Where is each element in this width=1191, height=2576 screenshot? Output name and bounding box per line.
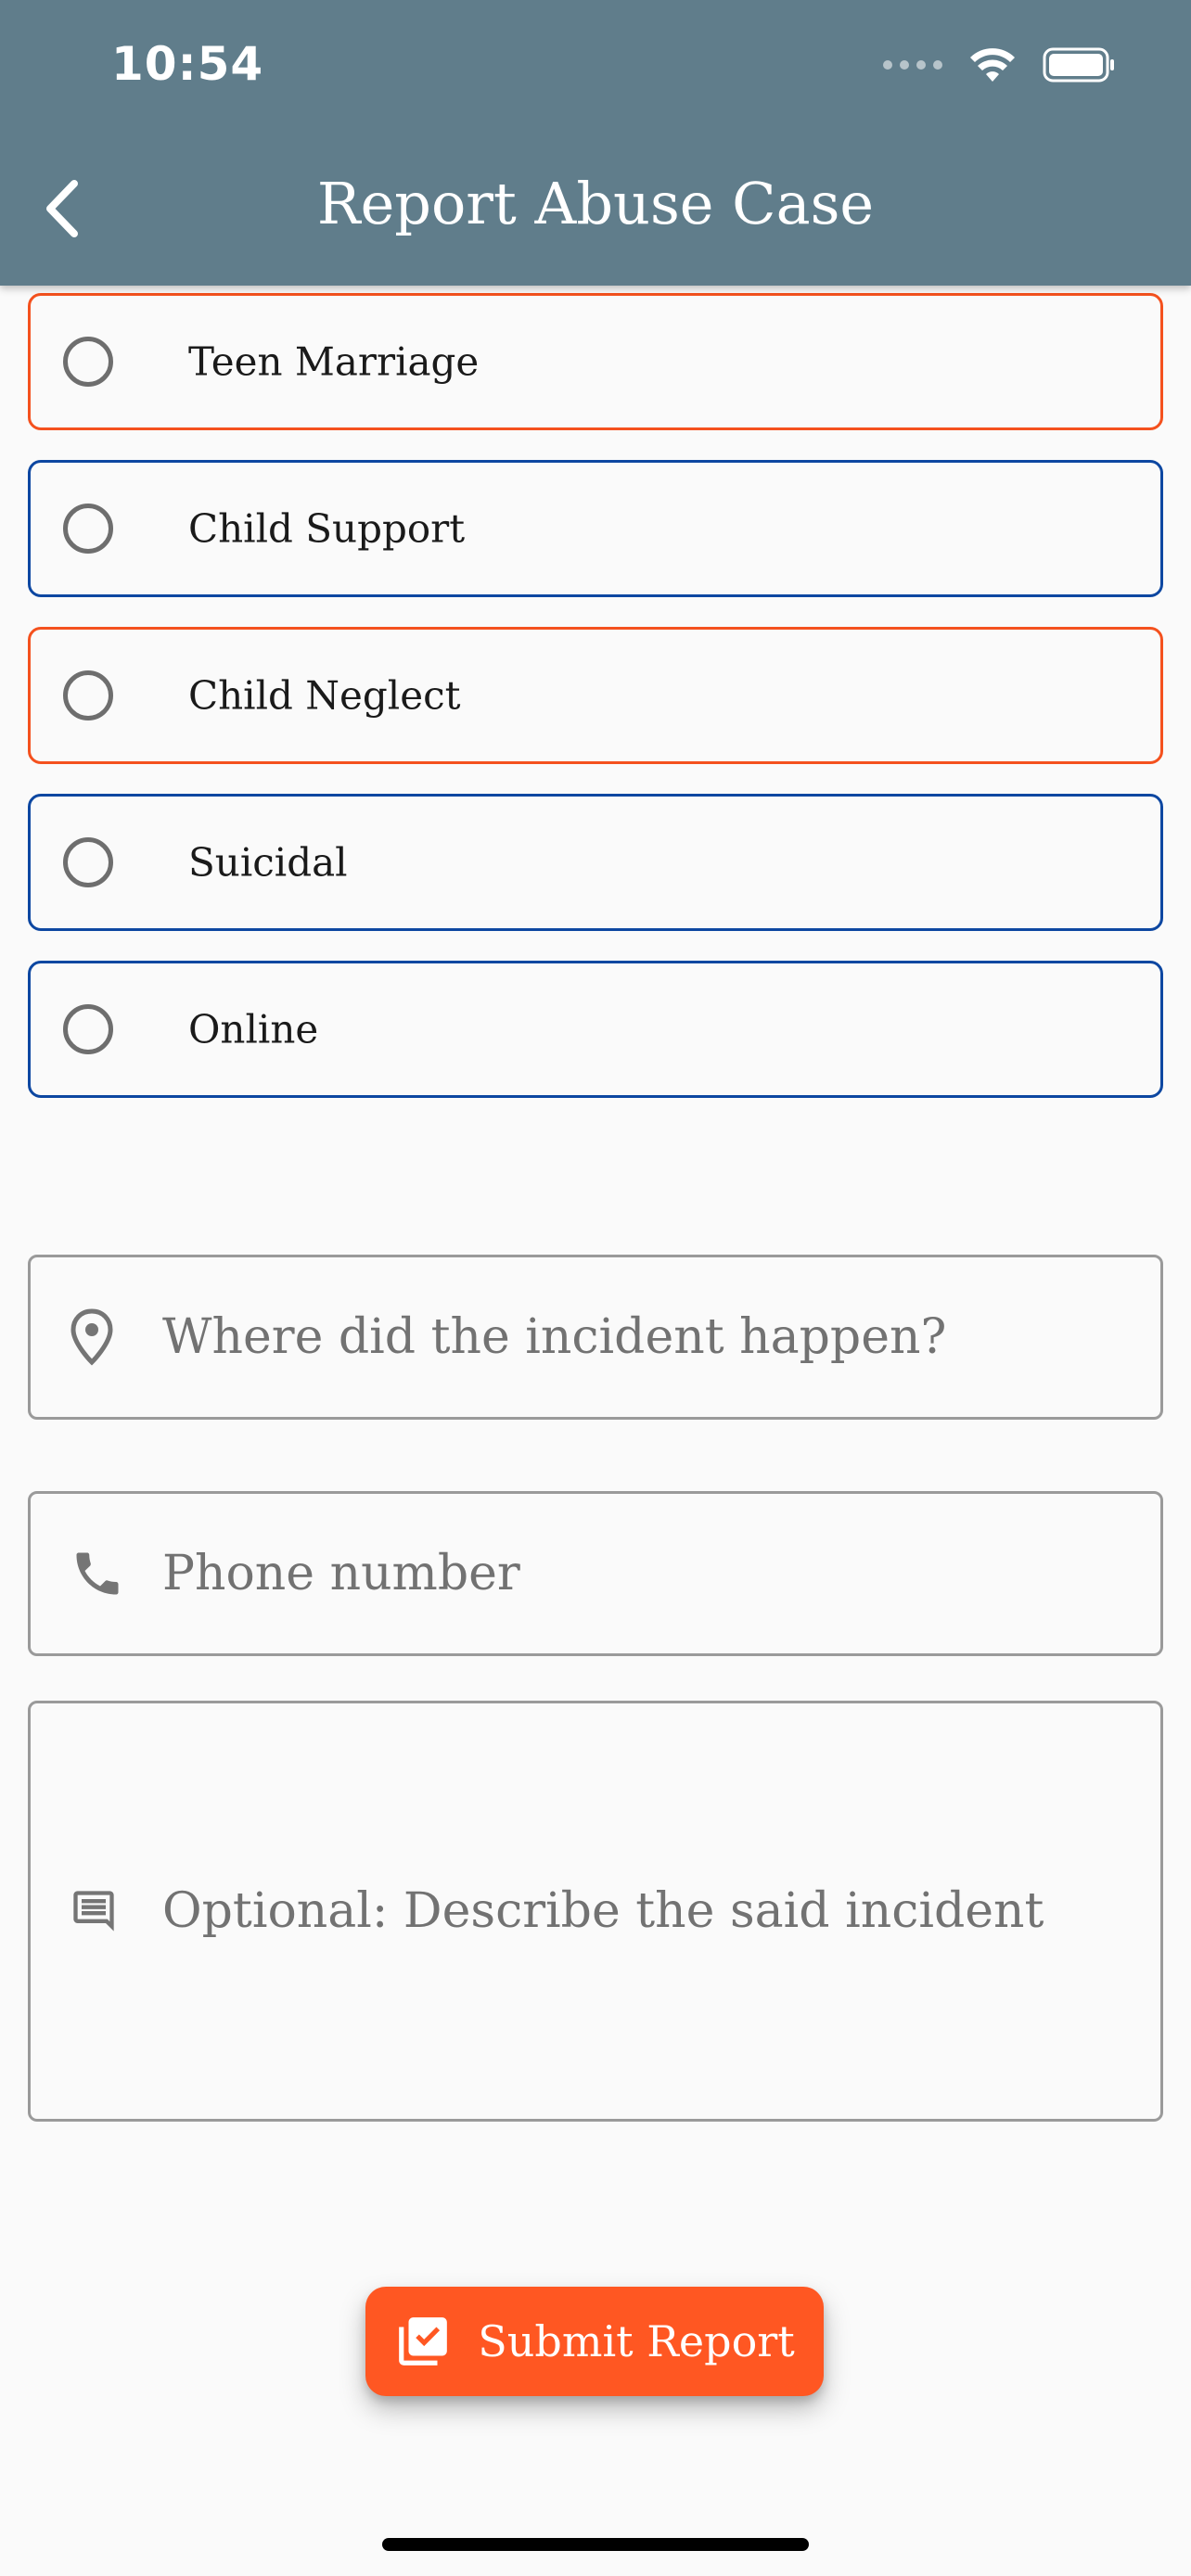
phone-field[interactable] <box>28 1491 1163 1656</box>
page-title: Report Abuse Case <box>316 170 875 237</box>
submit-report-button[interactable]: Submit Report <box>365 2287 824 2396</box>
location-pin-icon <box>70 1308 114 1366</box>
option-child-neglect[interactable]: Child Neglect <box>28 627 1163 764</box>
location-input[interactable] <box>162 1309 1133 1365</box>
option-label: Child Support <box>188 505 466 552</box>
phone-icon <box>70 1546 125 1601</box>
description-field[interactable] <box>28 1701 1163 2122</box>
phone-input[interactable] <box>162 1546 1133 1601</box>
status-icons <box>883 46 1117 83</box>
option-suicidal[interactable]: Suicidal <box>28 794 1163 931</box>
app-bar: 10:54 Report Abuse Case <box>0 0 1191 286</box>
home-indicator <box>382 2538 809 2551</box>
option-label: Online <box>188 1006 319 1052</box>
radio-button[interactable] <box>63 504 113 554</box>
comment-icon <box>70 1887 118 1935</box>
option-label: Child Neglect <box>188 672 461 719</box>
option-label: Suicidal <box>188 839 348 886</box>
cellular-signal-icon <box>883 60 942 70</box>
option-online[interactable]: Online <box>28 961 1163 1098</box>
report-screen: 10:54 Report Abuse Case Teen Marriage Ch… <box>0 0 1191 2576</box>
radio-button[interactable] <box>63 337 113 387</box>
radio-button[interactable] <box>63 1004 113 1054</box>
wifi-icon <box>970 48 1015 82</box>
radio-button[interactable] <box>63 837 113 887</box>
option-label: Teen Marriage <box>188 338 480 385</box>
battery-icon <box>1043 47 1114 83</box>
description-input[interactable] <box>162 1874 1133 1948</box>
location-field[interactable] <box>28 1255 1163 1420</box>
option-teen-marriage[interactable]: Teen Marriage <box>28 293 1163 430</box>
submit-label: Submit Report <box>478 2316 795 2366</box>
radio-button[interactable] <box>63 670 113 721</box>
status-time: 10:54 <box>111 37 264 91</box>
checklist-icon <box>399 2317 448 2366</box>
option-child-support[interactable]: Child Support <box>28 460 1163 597</box>
